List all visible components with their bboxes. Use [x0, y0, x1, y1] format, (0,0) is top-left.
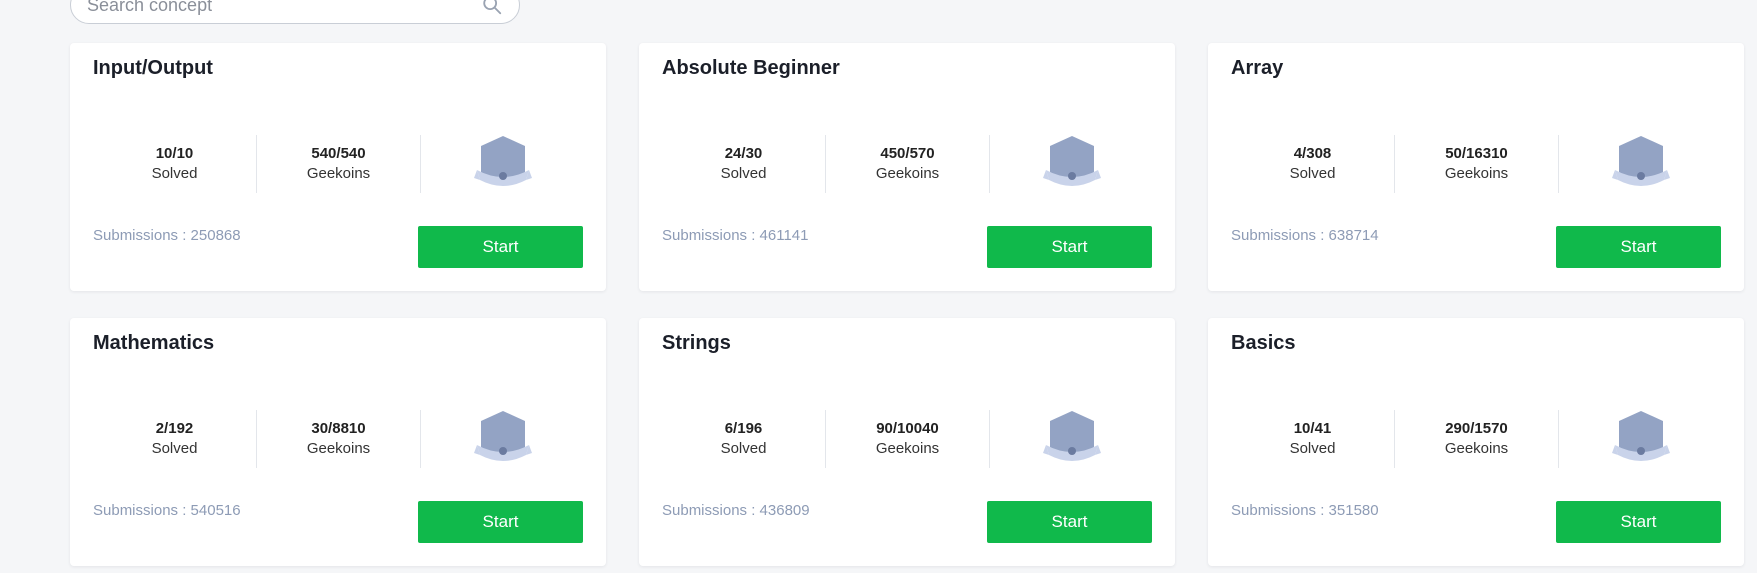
- card-stats: 10/10 Solved 540/540 Geekoins: [93, 135, 585, 193]
- card-stats: 2/192 Solved 30/8810 Geekoins: [93, 410, 585, 468]
- solved-value: 2/192: [155, 420, 194, 437]
- submissions-count: Submissions : 351580: [1231, 502, 1379, 519]
- search-bar: [70, 0, 520, 24]
- badge: [421, 410, 585, 468]
- badge-icon: [1612, 136, 1670, 186]
- submissions-count: Submissions : 250868: [93, 227, 241, 244]
- badge-icon: [1043, 411, 1101, 461]
- card-stats: 10/41 Solved 290/1570 Geekoins: [1231, 410, 1723, 468]
- card-stats: 4/308 Solved 50/16310 Geekoins: [1231, 135, 1723, 193]
- badge: [1559, 135, 1723, 193]
- badge-icon: [474, 136, 532, 186]
- concept-grid: Input/Output 10/10 Solved 540/540 Geekoi…: [70, 43, 1744, 566]
- solved-stat: 10/41 Solved: [1231, 410, 1395, 468]
- card-title: Array: [1231, 57, 1284, 79]
- solved-stat: 4/308 Solved: [1231, 135, 1395, 193]
- concept-card: Array 4/308 Solved 50/16310 Geekoins Sub…: [1208, 43, 1744, 291]
- start-button[interactable]: Start: [987, 226, 1152, 268]
- geekoins-label: Geekoins: [1444, 165, 1509, 182]
- search-input[interactable]: [87, 0, 481, 16]
- solved-label: Solved: [151, 440, 198, 457]
- solved-value: 24/30: [724, 145, 763, 162]
- concept-card: Absolute Beginner 24/30 Solved 450/570 G…: [639, 43, 1175, 291]
- badge: [1559, 410, 1723, 468]
- badge: [990, 135, 1154, 193]
- concept-card: Strings 6/196 Solved 90/10040 Geekoins S…: [639, 318, 1175, 566]
- solved-value: 4/308: [1293, 145, 1332, 162]
- start-button[interactable]: Start: [418, 501, 583, 543]
- badge-icon: [1043, 136, 1101, 186]
- practice-page: Input/Output 10/10 Solved 540/540 Geekoi…: [0, 0, 1757, 573]
- solved-value: 6/196: [724, 420, 763, 437]
- geekoins-value: 290/1570: [1445, 420, 1508, 437]
- card-title: Absolute Beginner: [662, 57, 840, 79]
- geekoins-label: Geekoins: [875, 440, 940, 457]
- solved-label: Solved: [151, 165, 198, 182]
- badge-icon: [474, 411, 532, 461]
- geekoins-value: 540/540: [311, 145, 366, 162]
- submissions-count: Submissions : 638714: [1231, 227, 1379, 244]
- start-button[interactable]: Start: [1556, 226, 1721, 268]
- card-title: Basics: [1231, 332, 1296, 354]
- geekoins-label: Geekoins: [1444, 440, 1509, 457]
- badge: [990, 410, 1154, 468]
- geekoins-label: Geekoins: [306, 165, 371, 182]
- concept-card: Mathematics 2/192 Solved 30/8810 Geekoin…: [70, 318, 606, 566]
- card-title: Input/Output: [93, 57, 213, 79]
- concept-card: Input/Output 10/10 Solved 540/540 Geekoi…: [70, 43, 606, 291]
- geekoins-value: 50/16310: [1445, 145, 1508, 162]
- geekoins-label: Geekoins: [306, 440, 371, 457]
- solved-value: 10/41: [1293, 420, 1332, 437]
- submissions-count: Submissions : 540516: [93, 502, 241, 519]
- solved-label: Solved: [1289, 165, 1336, 182]
- start-button[interactable]: Start: [418, 226, 583, 268]
- badge-icon: [1612, 411, 1670, 461]
- solved-stat: 10/10 Solved: [93, 135, 257, 193]
- geekoins-value: 450/570: [880, 145, 935, 162]
- geekoins-stat: 50/16310 Geekoins: [1395, 135, 1559, 193]
- card-title: Strings: [662, 332, 731, 354]
- solved-label: Solved: [720, 165, 767, 182]
- solved-value: 10/10: [155, 145, 194, 162]
- card-stats: 24/30 Solved 450/570 Geekoins: [662, 135, 1154, 193]
- geekoins-stat: 540/540 Geekoins: [257, 135, 421, 193]
- start-button[interactable]: Start: [1556, 501, 1721, 543]
- geekoins-value: 30/8810: [311, 420, 366, 437]
- solved-label: Solved: [720, 440, 767, 457]
- start-button[interactable]: Start: [987, 501, 1152, 543]
- submissions-count: Submissions : 461141: [662, 227, 809, 244]
- search-icon[interactable]: [481, 0, 503, 16]
- geekoins-stat: 30/8810 Geekoins: [257, 410, 421, 468]
- geekoins-stat: 90/10040 Geekoins: [826, 410, 990, 468]
- geekoins-label: Geekoins: [875, 165, 940, 182]
- card-title: Mathematics: [93, 332, 215, 354]
- badge: [421, 135, 585, 193]
- submissions-count: Submissions : 436809: [662, 502, 810, 519]
- geekoins-stat: 450/570 Geekoins: [826, 135, 990, 193]
- concept-card: Basics 10/41 Solved 290/1570 Geekoins Su…: [1208, 318, 1744, 566]
- geekoins-value: 90/10040: [876, 420, 939, 437]
- geekoins-stat: 290/1570 Geekoins: [1395, 410, 1559, 468]
- solved-stat: 6/196 Solved: [662, 410, 826, 468]
- solved-stat: 24/30 Solved: [662, 135, 826, 193]
- solved-stat: 2/192 Solved: [93, 410, 257, 468]
- solved-label: Solved: [1289, 440, 1336, 457]
- card-stats: 6/196 Solved 90/10040 Geekoins: [662, 410, 1154, 468]
